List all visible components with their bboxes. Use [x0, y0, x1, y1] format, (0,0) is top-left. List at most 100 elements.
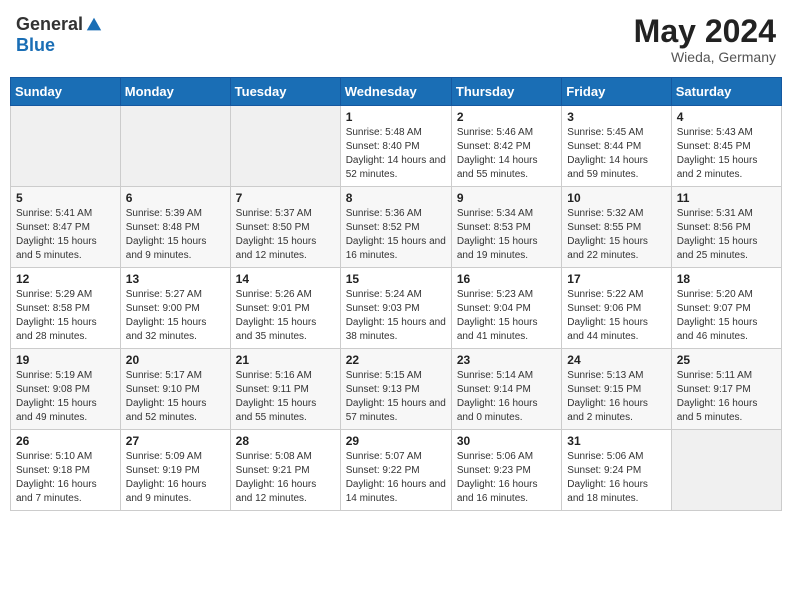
day-info: Sunrise: 5:10 AM Sunset: 9:18 PM Dayligh… — [16, 450, 115, 506]
day-info: Sunrise: 5:16 AM Sunset: 9:11 PM Dayligh… — [236, 369, 335, 425]
calendar-table: Sunday Monday Tuesday Wednesday Thursday… — [10, 77, 782, 511]
day-number: 26 — [16, 434, 115, 448]
day-number: 8 — [346, 191, 446, 205]
table-row: 14 Sunrise: 5:26 AM Sunset: 9:01 PM Dayli… — [230, 268, 340, 349]
logo-blue-text: Blue — [16, 35, 55, 56]
day-info: Sunrise: 5:14 AM Sunset: 9:14 PM Dayligh… — [457, 369, 556, 425]
day-info: Sunrise: 5:39 AM Sunset: 8:48 PM Dayligh… — [126, 207, 225, 263]
day-number: 4 — [677, 110, 776, 124]
calendar-week-row: 26 Sunrise: 5:10 AM Sunset: 9:18 PM Dayli… — [11, 430, 782, 511]
day-number: 29 — [346, 434, 446, 448]
title-block: May 2024 Wieda, Germany — [634, 14, 776, 65]
day-number: 15 — [346, 272, 446, 286]
day-info: Sunrise: 5:07 AM Sunset: 9:22 PM Dayligh… — [346, 450, 446, 506]
header-sunday: Sunday — [11, 78, 121, 106]
table-row: 9Sunrise: 5:34 AM Sunset: 8:53 PM Daylig… — [451, 187, 561, 268]
table-row: 21 Sunrise: 5:16 AM Sunset: 9:11 PM Dayli… — [230, 349, 340, 430]
day-number: 28 — [236, 434, 335, 448]
day-info: Sunrise: 5:20 AM Sunset: 9:07 PM Dayligh… — [677, 288, 776, 344]
header-monday: Monday — [120, 78, 230, 106]
table-row — [120, 106, 230, 187]
calendar-week-row: 12 Sunrise: 5:29 AM Sunset: 8:58 PM Dayli… — [11, 268, 782, 349]
day-number: 5 — [16, 191, 115, 205]
page-header: General Blue May 2024 Wieda, Germany — [10, 10, 782, 69]
table-row: 8Sunrise: 5:36 AM Sunset: 8:52 PM Daylig… — [340, 187, 451, 268]
day-info: Sunrise: 5:32 AM Sunset: 8:55 PM Dayligh… — [567, 207, 665, 263]
logo-icon — [85, 16, 103, 34]
header-saturday: Saturday — [671, 78, 781, 106]
table-row: 30 Sunrise: 5:06 AM Sunset: 9:23 PM Dayli… — [451, 430, 561, 511]
day-info: Sunrise: 5:45 AM Sunset: 8:44 PM Dayligh… — [567, 126, 665, 182]
table-row: 24 Sunrise: 5:13 AM Sunset: 9:15 PM Dayli… — [562, 349, 671, 430]
header-thursday: Thursday — [451, 78, 561, 106]
day-number: 12 — [16, 272, 115, 286]
table-row: 26 Sunrise: 5:10 AM Sunset: 9:18 PM Dayli… — [11, 430, 121, 511]
day-number: 23 — [457, 353, 556, 367]
day-number: 11 — [677, 191, 776, 205]
day-info: Sunrise: 5:29 AM Sunset: 8:58 PM Dayligh… — [16, 288, 115, 344]
day-info: Sunrise: 5:24 AM Sunset: 9:03 PM Dayligh… — [346, 288, 446, 344]
table-row: 11 Sunrise: 5:31 AM Sunset: 8:56 PM Dayli… — [671, 187, 781, 268]
table-row: 2Sunrise: 5:46 AM Sunset: 8:42 PM Daylig… — [451, 106, 561, 187]
day-number: 25 — [677, 353, 776, 367]
day-number: 27 — [126, 434, 225, 448]
table-row: 27 Sunrise: 5:09 AM Sunset: 9:19 PM Dayli… — [120, 430, 230, 511]
day-info: Sunrise: 5:48 AM Sunset: 8:40 PM Dayligh… — [346, 126, 446, 182]
day-info: Sunrise: 5:15 AM Sunset: 9:13 PM Dayligh… — [346, 369, 446, 425]
day-number: 22 — [346, 353, 446, 367]
logo: General Blue — [16, 14, 105, 56]
day-number: 13 — [126, 272, 225, 286]
day-number: 24 — [567, 353, 665, 367]
day-number: 2 — [457, 110, 556, 124]
day-info: Sunrise: 5:09 AM Sunset: 9:19 PM Dayligh… — [126, 450, 225, 506]
day-number: 31 — [567, 434, 665, 448]
table-row: 16Sunrise: 5:23 AM Sunset: 9:04 PM Dayli… — [451, 268, 561, 349]
day-info: Sunrise: 5:41 AM Sunset: 8:47 PM Dayligh… — [16, 207, 115, 263]
table-row: 1 Sunrise: 5:48 AM Sunset: 8:40 PM Daylig… — [340, 106, 451, 187]
header-wednesday: Wednesday — [340, 78, 451, 106]
table-row: 5 Sunrise: 5:41 AM Sunset: 8:47 PM Daylig… — [11, 187, 121, 268]
day-info: Sunrise: 5:06 AM Sunset: 9:23 PM Dayligh… — [457, 450, 556, 506]
table-row: 6 Sunrise: 5:39 AM Sunset: 8:48 PM Daylig… — [120, 187, 230, 268]
table-row: 23 Sunrise: 5:14 AM Sunset: 9:14 PM Dayli… — [451, 349, 561, 430]
logo-general-text: General — [16, 14, 83, 35]
day-info: Sunrise: 5:22 AM Sunset: 9:06 PM Dayligh… — [567, 288, 665, 344]
header-tuesday: Tuesday — [230, 78, 340, 106]
day-number: 16 — [457, 272, 556, 286]
table-row: 10 Sunrise: 5:32 AM Sunset: 8:55 PM Dayli… — [562, 187, 671, 268]
calendar-week-row: 19 Sunrise: 5:19 AM Sunset: 9:08 PM Dayli… — [11, 349, 782, 430]
table-row: 25 Sunrise: 5:11 AM Sunset: 9:17 PM Dayli… — [671, 349, 781, 430]
header-friday: Friday — [562, 78, 671, 106]
table-row: 3Sunrise: 5:45 AM Sunset: 8:44 PM Daylig… — [562, 106, 671, 187]
table-row: 13Sunrise: 5:27 AM Sunset: 9:00 PM Dayli… — [120, 268, 230, 349]
calendar-week-row: 1 Sunrise: 5:48 AM Sunset: 8:40 PM Daylig… — [11, 106, 782, 187]
table-row: 22 Sunrise: 5:15 AM Sunset: 9:13 PM Dayli… — [340, 349, 451, 430]
day-number: 6 — [126, 191, 225, 205]
table-row: 15 Sunrise: 5:24 AM Sunset: 9:03 PM Dayli… — [340, 268, 451, 349]
table-row: 19 Sunrise: 5:19 AM Sunset: 9:08 PM Dayli… — [11, 349, 121, 430]
table-row: 7Sunrise: 5:37 AM Sunset: 8:50 PM Daylig… — [230, 187, 340, 268]
day-info: Sunrise: 5:26 AM Sunset: 9:01 PM Dayligh… — [236, 288, 335, 344]
day-number: 1 — [346, 110, 446, 124]
day-info: Sunrise: 5:43 AM Sunset: 8:45 PM Dayligh… — [677, 126, 776, 182]
day-number: 17 — [567, 272, 665, 286]
day-number: 21 — [236, 353, 335, 367]
table-row: 29 Sunrise: 5:07 AM Sunset: 9:22 PM Dayli… — [340, 430, 451, 511]
day-info: Sunrise: 5:06 AM Sunset: 9:24 PM Dayligh… — [567, 450, 665, 506]
calendar-week-row: 5 Sunrise: 5:41 AM Sunset: 8:47 PM Daylig… — [11, 187, 782, 268]
day-number: 10 — [567, 191, 665, 205]
day-info: Sunrise: 5:11 AM Sunset: 9:17 PM Dayligh… — [677, 369, 776, 425]
day-number: 20 — [126, 353, 225, 367]
day-number: 30 — [457, 434, 556, 448]
table-row — [230, 106, 340, 187]
table-row: 17 Sunrise: 5:22 AM Sunset: 9:06 PM Dayli… — [562, 268, 671, 349]
day-number: 14 — [236, 272, 335, 286]
day-info: Sunrise: 5:31 AM Sunset: 8:56 PM Dayligh… — [677, 207, 776, 263]
table-row: 28Sunrise: 5:08 AM Sunset: 9:21 PM Dayli… — [230, 430, 340, 511]
day-number: 7 — [236, 191, 335, 205]
location-subtitle: Wieda, Germany — [634, 49, 776, 65]
day-info: Sunrise: 5:19 AM Sunset: 9:08 PM Dayligh… — [16, 369, 115, 425]
table-row: 4 Sunrise: 5:43 AM Sunset: 8:45 PM Daylig… — [671, 106, 781, 187]
day-number: 19 — [16, 353, 115, 367]
day-info: Sunrise: 5:13 AM Sunset: 9:15 PM Dayligh… — [567, 369, 665, 425]
